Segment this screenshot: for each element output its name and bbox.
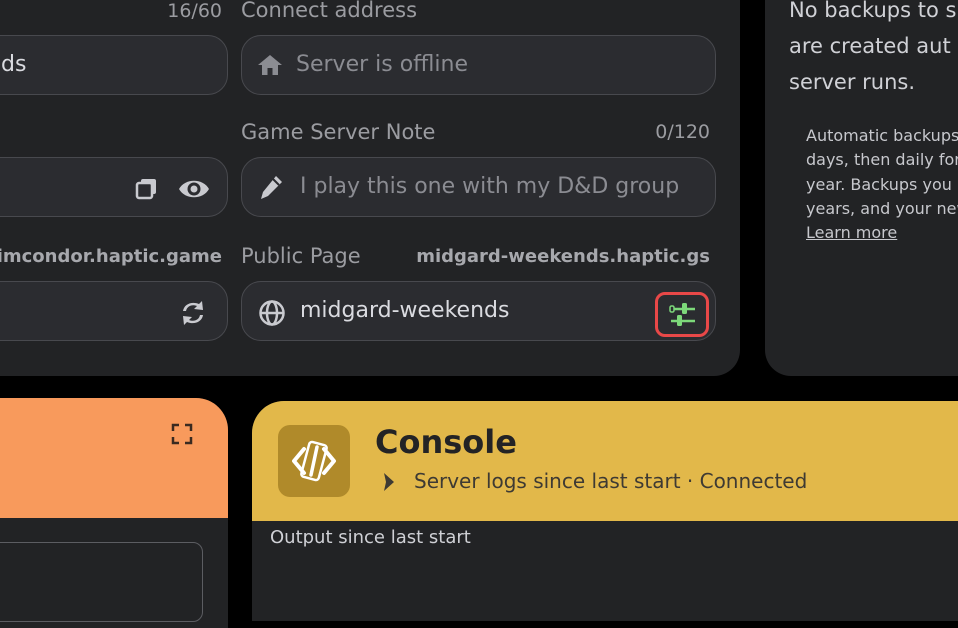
- password-field[interactable]: [0, 157, 228, 217]
- game-server-note-input[interactable]: I play this one with my D&D group: [241, 157, 716, 217]
- console-title: Console: [375, 423, 517, 461]
- public-page-label: Public Page: [241, 244, 361, 268]
- code-icon: [278, 425, 350, 497]
- backups-panel: No backups to s are created aut server r…: [765, 0, 958, 376]
- backups-info-line-3: year. Backups you: [806, 175, 952, 194]
- backups-info-line-2: days, then daily for: [806, 150, 958, 169]
- backups-info-line-1: Automatic backups: [806, 126, 958, 145]
- connect-address-label: Connect address: [241, 0, 418, 22]
- name-char-counter: 16/60: [167, 0, 222, 22]
- orange-widget-content-box: [0, 542, 203, 622]
- connect-address-placeholder: Server is offline: [296, 52, 469, 77]
- server-name-value: ds: [1, 52, 27, 77]
- public-page-slug: midgard-weekends: [300, 298, 510, 323]
- refresh-icon[interactable]: [178, 299, 208, 327]
- backups-heading-line-2: are created aut: [789, 34, 951, 58]
- note-placeholder: I play this one with my D&D group: [300, 174, 680, 199]
- console-header: Console Server logs since last start · C…: [252, 401, 958, 521]
- game-server-note-label: Game Server Note: [241, 120, 436, 144]
- backups-info-line-4: years, and your new: [806, 199, 958, 218]
- host-domain-label: limcondor.haptic.game: [0, 246, 222, 267]
- learn-more-link[interactable]: Learn more: [806, 221, 897, 246]
- eye-icon[interactable]: [177, 176, 211, 202]
- host-address-field[interactable]: [0, 281, 228, 341]
- console-subtitle: Server logs since last start · Connected: [414, 469, 808, 493]
- public-page-settings-button[interactable]: [655, 292, 709, 337]
- note-char-counter: 0/120: [655, 121, 710, 143]
- backups-heading-line-3: server runs.: [789, 70, 916, 94]
- server-name-input[interactable]: ds: [0, 35, 228, 95]
- public-page-field[interactable]: midgard-weekends: [241, 281, 716, 341]
- connect-address-field[interactable]: Server is offline: [241, 35, 716, 95]
- pencil-icon: [261, 176, 282, 199]
- public-page-url: midgard-weekends.haptic.gs: [416, 246, 710, 267]
- backups-heading-line-1: No backups to s: [789, 0, 957, 22]
- orange-widget-header: [0, 398, 228, 518]
- chevron-right-icon: [384, 473, 394, 491]
- console-output-label: Output since last start: [270, 527, 471, 548]
- home-icon: [258, 55, 282, 75]
- console-panel: Console Server logs since last start · C…: [252, 401, 958, 621]
- expand-icon[interactable]: [171, 423, 193, 445]
- orange-widget-panel: [0, 398, 228, 628]
- copy-icon[interactable]: [134, 176, 160, 202]
- globe-icon: [259, 300, 285, 326]
- sliders-icon: [669, 303, 695, 326]
